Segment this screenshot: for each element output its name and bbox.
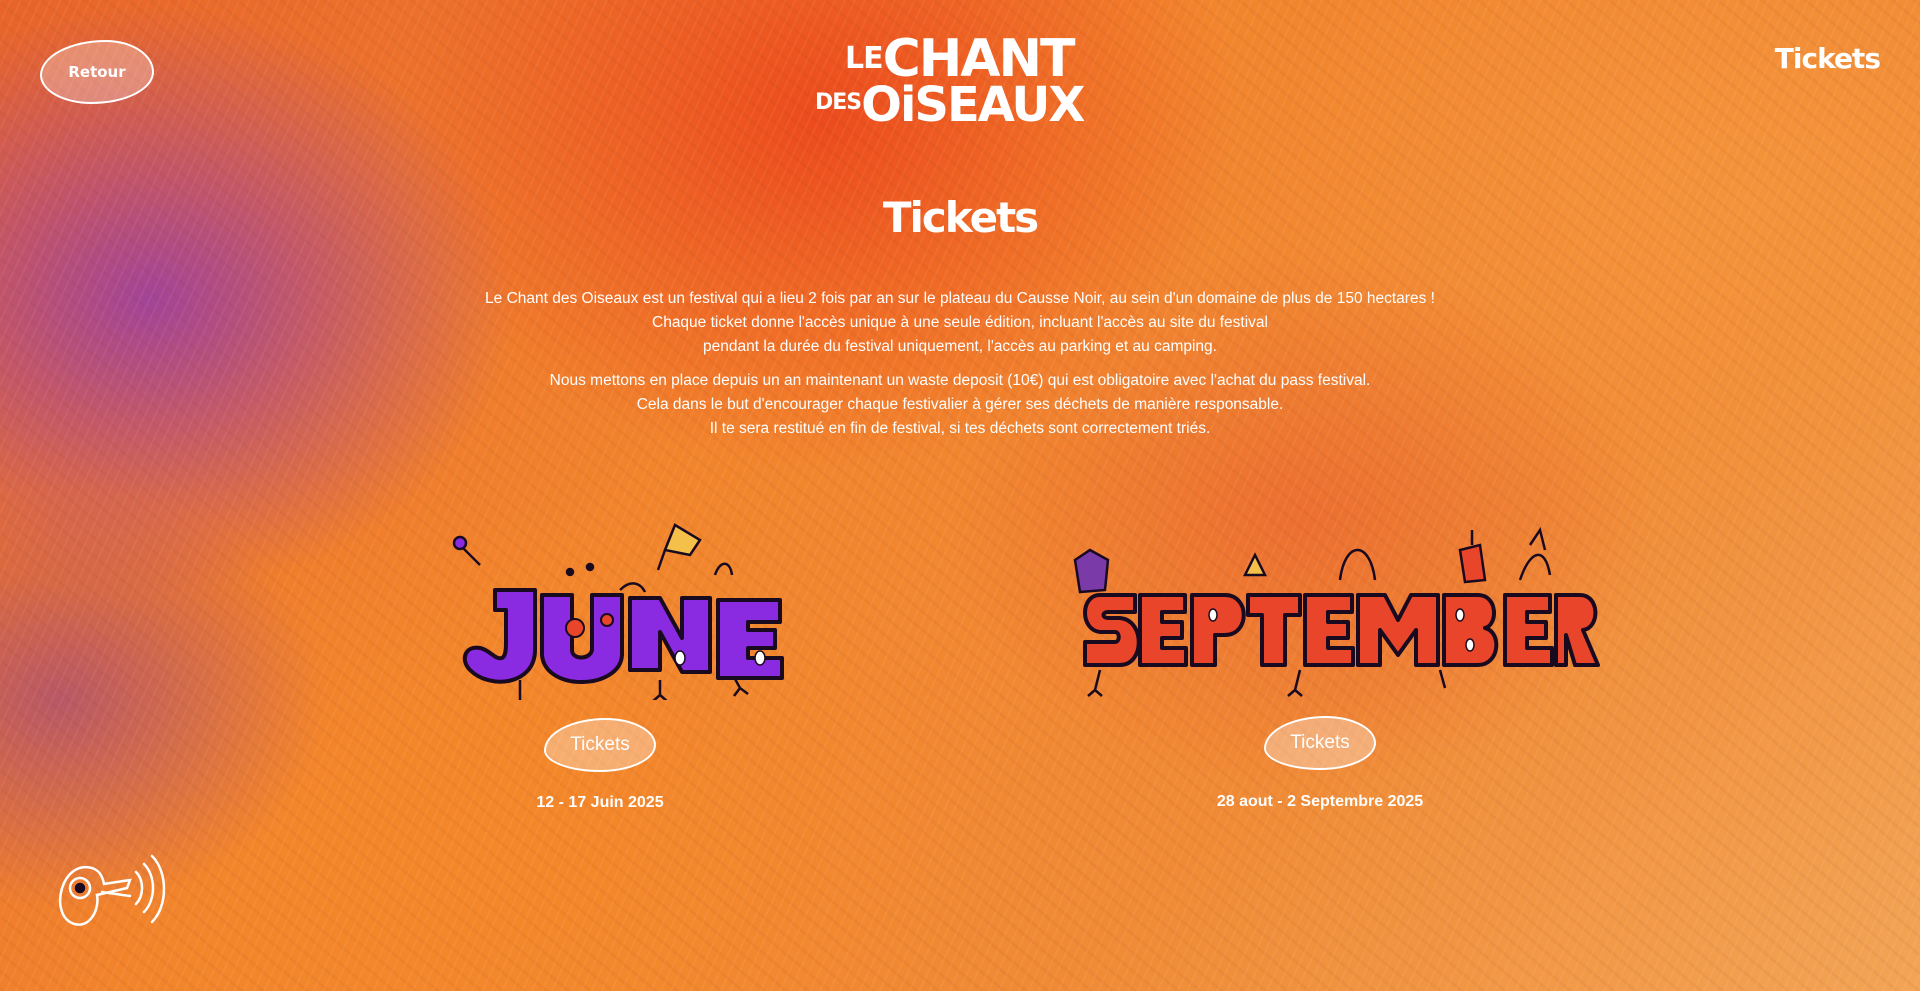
letter-j	[462, 588, 537, 684]
letter-e3	[1503, 593, 1554, 667]
september-tickets-button[interactable]: Tickets	[1264, 716, 1376, 770]
letter-e	[716, 598, 784, 680]
festival-description: Le Chant des Oiseaux est un festival qui…	[0, 287, 1920, 441]
june-word-art	[452, 523, 784, 700]
june-tickets-button[interactable]: Tickets	[544, 718, 656, 772]
description-line: pendant la durée du festival uniquement,…	[703, 338, 1217, 355]
description-line: Cela dans le but d'encourager chaque fes…	[636, 396, 1284, 413]
september-dates: 28 aout - 2 Septembre 2025	[1216, 793, 1424, 810]
description-line: Nous mettons en place depuis un an maint…	[549, 372, 1371, 389]
description-line: Le Chant des Oiseaux est un festival qui…	[485, 290, 1435, 307]
nav-tickets-link[interactable]: Tickets	[1775, 42, 1881, 75]
edition-september: Tickets 28 aout - 2 Septembre 2025	[1040, 520, 1600, 830]
letter-s	[1083, 593, 1141, 667]
speaker-eye-icon[interactable]	[52, 850, 168, 932]
background-texture	[0, 0, 1920, 991]
letter-p	[1190, 593, 1246, 667]
logo-des: DES	[815, 90, 862, 115]
june-dates: 12 - 17 Juin 2025	[536, 794, 664, 811]
letter-e2	[1303, 593, 1355, 667]
festival-logo[interactable]: LECHANT DESOiSEAUX	[815, 33, 1085, 143]
logo-line-2: DESOiSEAUX	[815, 81, 1085, 129]
september-word-art	[1073, 526, 1600, 697]
back-button[interactable]: Retour	[40, 40, 154, 104]
page-title: Tickets	[882, 193, 1039, 242]
letter-r	[1554, 593, 1600, 667]
description-line: Chaque ticket donne l'accès unique à une…	[652, 314, 1268, 331]
description-line: Il te sera restitué en fin de festival, …	[709, 420, 1211, 437]
letter-n	[628, 596, 712, 674]
edition-june: Tickets 12 - 17 Juin 2025	[320, 520, 880, 830]
logo-oiseaux: OiSEAUX	[861, 77, 1085, 133]
letter-e1	[1138, 593, 1188, 667]
letter-t	[1246, 593, 1302, 667]
letter-u	[540, 593, 624, 684]
letter-b	[1442, 593, 1499, 667]
letter-m	[1356, 593, 1440, 667]
logo-le: LE	[845, 41, 884, 76]
